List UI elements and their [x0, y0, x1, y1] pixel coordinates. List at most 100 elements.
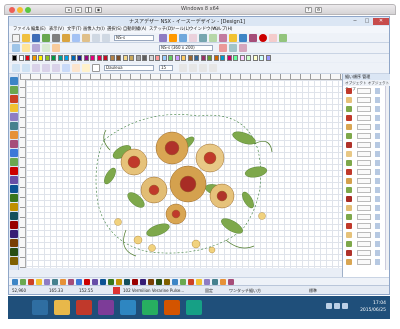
sequence-item[interactable] — [345, 213, 383, 222]
stop-icon[interactable] — [259, 34, 267, 42]
ie-icon[interactable] — [32, 300, 48, 315]
letter-icon[interactable] — [72, 64, 80, 72]
thread-swatch[interactable] — [96, 55, 102, 61]
thread-swatch[interactable] — [174, 55, 180, 61]
thread-swatch[interactable] — [220, 55, 225, 61]
sequence-item[interactable] — [345, 114, 383, 123]
digitize-tool-icon[interactable] — [10, 248, 18, 256]
import-icon[interactable] — [42, 34, 50, 42]
digitize-tool-icon[interactable] — [10, 77, 18, 85]
sequence-item[interactable] — [345, 186, 383, 195]
sequence-item[interactable] — [345, 222, 383, 231]
thread-swatch[interactable] — [18, 55, 24, 61]
card-icon[interactable] — [239, 34, 247, 42]
pointer-icon[interactable] — [12, 64, 20, 72]
sequence-item[interactable] — [345, 249, 383, 258]
new-file-icon[interactable] — [12, 34, 20, 42]
thread-swatch[interactable] — [181, 55, 186, 61]
group-icon[interactable] — [62, 64, 70, 72]
open-folder-icon[interactable] — [22, 34, 30, 42]
menu-tool[interactable]: ツール(L) — [171, 26, 190, 33]
digitize-tool-icon[interactable] — [10, 95, 18, 103]
settings-tool-icon[interactable]: ⚙ — [315, 7, 322, 13]
thread-swatch[interactable] — [168, 55, 173, 61]
thread-swatch[interactable] — [109, 55, 115, 61]
thread-swatch[interactable] — [31, 55, 37, 61]
explorer-icon[interactable] — [54, 300, 70, 315]
digitize-tool-icon[interactable] — [10, 86, 18, 94]
thread-swatch[interactable] — [148, 55, 154, 61]
tray-network-icon[interactable] — [334, 303, 340, 309]
thread-swatch[interactable] — [135, 55, 141, 61]
digitize-tool-icon[interactable] — [10, 104, 18, 112]
sequence-item[interactable] — [345, 204, 383, 213]
thread-swatch[interactable] — [246, 55, 251, 61]
sequence-item[interactable] — [345, 177, 383, 186]
thread-swatch[interactable] — [194, 55, 199, 61]
digitize-tool-icon[interactable] — [10, 176, 18, 184]
menu-view[interactable]: 表示(V) — [49, 26, 64, 33]
italic-icon[interactable] — [189, 64, 197, 72]
digitize-tool-icon[interactable] — [10, 113, 18, 121]
close-button[interactable]: ✕ — [373, 18, 389, 25]
digitize-tool-icon[interactable] — [10, 239, 18, 247]
copy-icon[interactable] — [72, 34, 80, 42]
menu-stitch[interactable]: ステッチ(D) — [149, 26, 173, 33]
thread-swatch[interactable] — [213, 55, 219, 61]
stitch-player-icon[interactable] — [169, 34, 177, 42]
digitize-tool-icon[interactable] — [10, 122, 18, 130]
sequence-item[interactable] — [345, 141, 383, 150]
fill-icon[interactable] — [42, 44, 50, 52]
save-icon[interactable] — [32, 34, 40, 42]
node-icon[interactable] — [22, 64, 30, 72]
sequence-item[interactable] — [345, 195, 383, 204]
sequence-scrollbar[interactable] — [385, 86, 389, 270]
design-canvas[interactable] — [26, 80, 342, 268]
light-icon[interactable] — [229, 34, 237, 42]
thread-swatch[interactable] — [226, 55, 232, 61]
digitize-tool-icon[interactable] — [10, 167, 18, 175]
sequence-item[interactable] — [345, 87, 383, 96]
baseline-icon[interactable] — [209, 64, 217, 72]
minimize-button[interactable]: ─ — [349, 18, 361, 25]
menu-select[interactable]: 選択(S) — [107, 26, 122, 33]
thread-swatch[interactable] — [57, 55, 63, 61]
hoop-icon[interactable] — [179, 34, 187, 42]
menu-text[interactable]: 文字(T) — [67, 26, 82, 33]
select-icon[interactable] — [12, 44, 20, 52]
align-icon[interactable] — [52, 64, 60, 72]
machine-icon[interactable] — [159, 34, 167, 42]
thread-swatch[interactable] — [155, 55, 160, 61]
thread-swatch[interactable] — [77, 55, 82, 61]
cut-icon[interactable] — [62, 34, 70, 42]
app-icon-1[interactable] — [76, 300, 92, 315]
thread-swatch[interactable] — [161, 55, 167, 61]
color-sort-icon[interactable] — [279, 34, 287, 42]
app-icon-4[interactable] — [142, 300, 158, 315]
sequence-item[interactable] — [345, 258, 383, 267]
font-select[interactable]: Dauleua — [104, 65, 154, 71]
3d-view-icon[interactable] — [229, 44, 237, 52]
thread-swatch[interactable] — [64, 55, 69, 61]
sequence-panel-tabs[interactable]: オブジェクト オブジェクトタイプ — [343, 80, 390, 91]
digitize-tool-icon[interactable] — [10, 185, 18, 193]
sequence-item[interactable] — [345, 150, 383, 159]
thread-swatch[interactable] — [25, 55, 30, 61]
digitize-tool-icon[interactable] — [10, 203, 18, 211]
text-icon[interactable] — [32, 44, 40, 52]
digitize-tool-icon[interactable] — [10, 230, 18, 238]
digitize-tool-icon[interactable] — [10, 131, 18, 139]
sequence-item[interactable] — [345, 123, 383, 132]
print-icon[interactable] — [52, 34, 60, 42]
digitize-tool-icon[interactable] — [10, 158, 18, 166]
thread-swatch[interactable] — [12, 55, 17, 61]
app-icon-2[interactable] — [98, 300, 114, 315]
redo-icon[interactable] — [102, 34, 110, 42]
transfer-icon[interactable] — [219, 34, 227, 42]
outline-icon[interactable] — [52, 44, 60, 52]
hoop-size-select[interactable]: NS-s (360 x 200) — [159, 45, 213, 51]
rotate-icon[interactable] — [32, 64, 40, 72]
thread-swatch[interactable] — [142, 55, 147, 61]
maximize-button[interactable]: □ — [361, 18, 373, 25]
bold-icon[interactable] — [179, 64, 187, 72]
